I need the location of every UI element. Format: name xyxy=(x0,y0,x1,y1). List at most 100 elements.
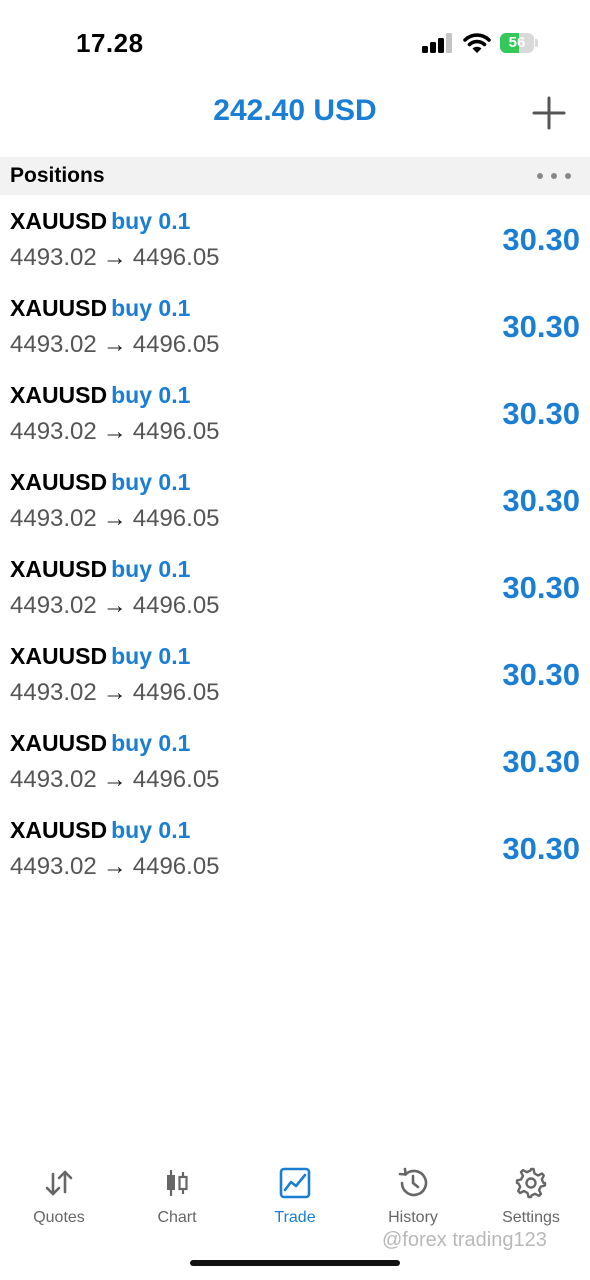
position-symbol: XAUUSD xyxy=(10,643,108,669)
current-price: 4496.05 xyxy=(132,418,220,445)
position-symbol: XAUUSD xyxy=(10,556,108,582)
cellular-signal-icon xyxy=(422,33,452,53)
position-profit: 30.30 xyxy=(502,831,580,866)
history-clock-icon xyxy=(398,1167,428,1197)
header: 242.40 USD xyxy=(0,80,590,156)
position-prices: 4493.02 → 4496.05 xyxy=(10,679,220,707)
position-prices: 4493.02 → 4496.05 xyxy=(10,418,220,446)
positions-list: XAUUSD buy 0.1 4493.02 → 4496.05 30.30 XAUUSD b… xyxy=(0,196,590,892)
current-price: 4496.05 xyxy=(132,331,220,358)
position-profit: 30.30 xyxy=(502,222,580,257)
position-profit: 30.30 xyxy=(502,657,580,692)
position-symbol: XAUUSD xyxy=(10,817,108,843)
position-symbol: XAUUSD xyxy=(10,208,108,234)
position-title: XAUUSD buy 0.1 xyxy=(10,556,190,583)
position-symbol: XAUUSD xyxy=(10,469,108,495)
position-prices: 4493.02 → 4496.05 xyxy=(10,505,220,533)
position-symbol: XAUUSD xyxy=(10,382,108,408)
position-profit: 30.30 xyxy=(502,744,580,779)
position-row[interactable]: XAUUSD buy 0.1 4493.02 → 4496.05 30.30 xyxy=(0,805,590,892)
current-price: 4496.05 xyxy=(132,592,220,619)
section-title: Positions xyxy=(10,164,105,187)
open-price: 4493.02 xyxy=(10,679,97,706)
position-prices: 4493.02 → 4496.05 xyxy=(10,592,220,620)
position-row[interactable]: XAUUSD buy 0.1 4493.02 → 4496.05 30.30 xyxy=(0,370,590,457)
open-price: 4493.02 xyxy=(10,331,97,358)
position-direction: buy 0.1 xyxy=(111,208,191,234)
status-bar: 17.28 56 xyxy=(0,0,590,80)
position-title: XAUUSD buy 0.1 xyxy=(10,295,190,322)
current-price: 4496.05 xyxy=(132,766,220,793)
tab-history[interactable]: History xyxy=(354,1158,472,1238)
arrow-right-icon: → xyxy=(102,679,127,706)
current-price: 4496.05 xyxy=(132,679,220,706)
current-price: 4496.05 xyxy=(132,244,220,271)
plus-icon[interactable] xyxy=(530,94,568,132)
open-price: 4493.02 xyxy=(10,766,97,793)
open-price: 4493.02 xyxy=(10,505,97,532)
tab-label-quotes: Quotes xyxy=(33,1209,85,1226)
arrow-right-icon: → xyxy=(102,331,127,358)
position-title: XAUUSD buy 0.1 xyxy=(10,208,190,235)
current-price: 4496.05 xyxy=(132,853,220,880)
arrow-right-icon: → xyxy=(102,505,127,532)
status-time: 17.28 xyxy=(76,28,144,58)
arrow-right-icon: → xyxy=(102,244,127,271)
position-profit: 30.30 xyxy=(502,570,580,605)
watermark: @forex trading123 xyxy=(382,1229,547,1251)
tab-settings[interactable]: Settings xyxy=(472,1158,590,1238)
position-row[interactable]: XAUUSD buy 0.1 4493.02 → 4496.05 30.30 xyxy=(0,718,590,805)
position-row[interactable]: XAUUSD buy 0.1 4493.02 → 4496.05 30.30 xyxy=(0,196,590,283)
position-title: XAUUSD buy 0.1 xyxy=(10,817,190,844)
position-direction: buy 0.1 xyxy=(111,730,191,756)
arrow-right-icon: → xyxy=(102,592,127,619)
trade-chart-icon xyxy=(279,1167,311,1199)
home-indicator[interactable] xyxy=(190,1260,400,1266)
position-title: XAUUSD buy 0.1 xyxy=(10,382,190,409)
open-price: 4493.02 xyxy=(10,418,97,445)
position-prices: 4493.02 → 4496.05 xyxy=(10,853,220,881)
position-direction: buy 0.1 xyxy=(111,382,191,408)
position-title: XAUUSD buy 0.1 xyxy=(10,469,190,496)
wifi-icon xyxy=(463,33,491,53)
open-price: 4493.02 xyxy=(10,853,97,880)
arrow-right-icon: → xyxy=(102,766,127,793)
positions-section-header: Positions xyxy=(0,157,590,195)
open-price: 4493.02 xyxy=(10,592,97,619)
tab-label-settings: Settings xyxy=(502,1209,560,1226)
candlestick-icon xyxy=(167,1170,188,1196)
position-title: XAUUSD buy 0.1 xyxy=(10,730,190,757)
gear-icon xyxy=(515,1167,547,1199)
position-direction: buy 0.1 xyxy=(111,817,191,843)
battery-icon: 56 xyxy=(500,33,538,53)
position-direction: buy 0.1 xyxy=(111,556,191,582)
tab-chart[interactable]: Chart xyxy=(118,1158,236,1238)
position-row[interactable]: XAUUSD buy 0.1 4493.02 → 4496.05 30.30 xyxy=(0,544,590,631)
position-row[interactable]: XAUUSD buy 0.1 4493.02 → 4496.05 30.30 xyxy=(0,283,590,370)
position-row[interactable]: XAUUSD buy 0.1 4493.02 → 4496.05 30.30 xyxy=(0,457,590,544)
arrow-right-icon: → xyxy=(102,853,127,880)
account-balance: 242.40 USD xyxy=(213,94,377,127)
position-direction: buy 0.1 xyxy=(111,469,191,495)
position-symbol: XAUUSD xyxy=(10,295,108,321)
position-row[interactable]: XAUUSD buy 0.1 4493.02 → 4496.05 30.30 xyxy=(0,631,590,718)
position-title: XAUUSD buy 0.1 xyxy=(10,643,190,670)
current-price: 4496.05 xyxy=(132,505,220,532)
battery-level: 56 xyxy=(508,34,526,51)
tab-label-history: History xyxy=(388,1209,438,1226)
tab-label-trade: Trade xyxy=(274,1209,316,1226)
tab-trade[interactable]: Trade xyxy=(236,1158,354,1238)
ellipsis-icon[interactable] xyxy=(534,165,574,187)
position-profit: 30.30 xyxy=(502,396,580,431)
position-profit: 30.30 xyxy=(502,309,580,344)
position-profit: 30.30 xyxy=(502,483,580,518)
tab-quotes[interactable]: Quotes xyxy=(0,1158,118,1238)
tab-label-chart: Chart xyxy=(157,1209,197,1226)
position-direction: buy 0.1 xyxy=(111,643,191,669)
position-symbol: XAUUSD xyxy=(10,730,108,756)
position-prices: 4493.02 → 4496.05 xyxy=(10,244,220,272)
position-direction: buy 0.1 xyxy=(111,295,191,321)
arrow-right-icon: → xyxy=(102,418,127,445)
position-prices: 4493.02 → 4496.05 xyxy=(10,766,220,794)
quotes-arrows-icon xyxy=(45,1170,73,1196)
